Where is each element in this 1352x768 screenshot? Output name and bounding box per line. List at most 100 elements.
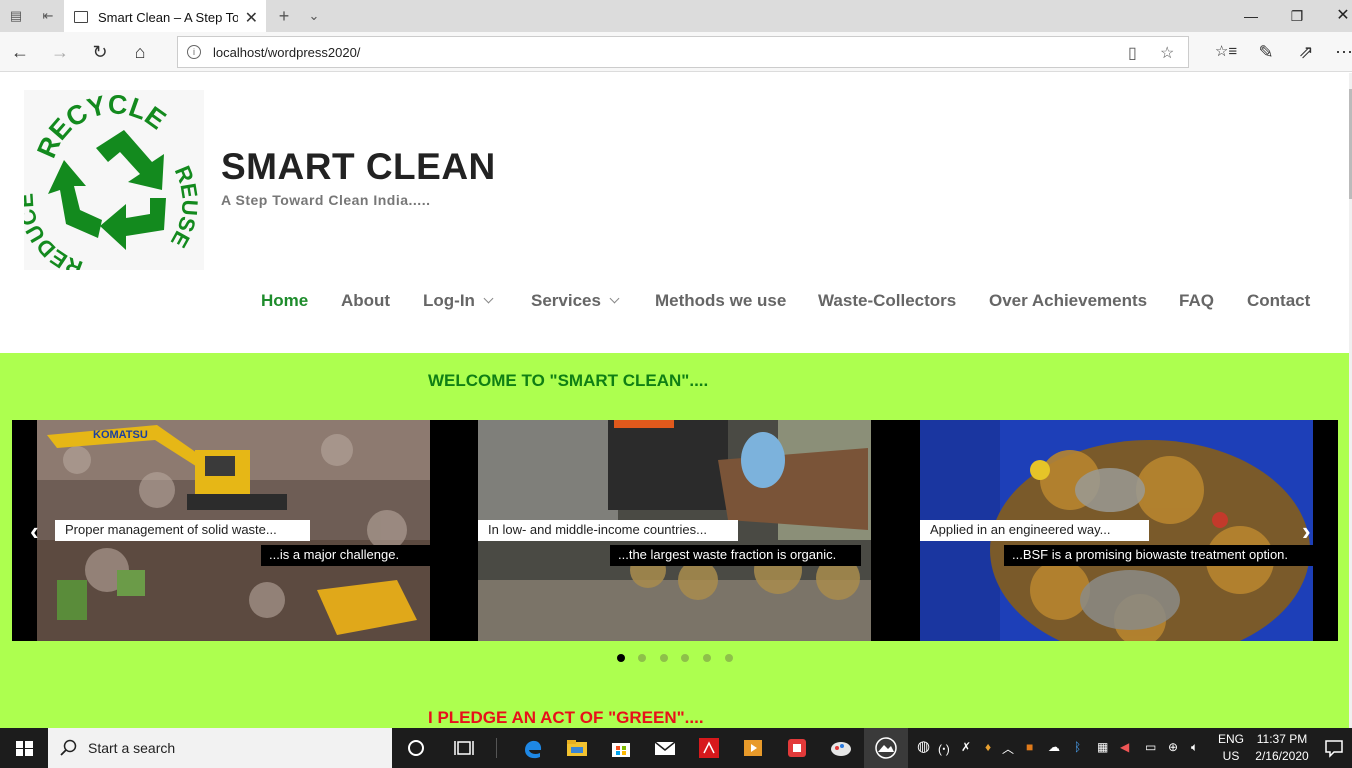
welcome-heading: WELCOME TO "SMART CLEAN"....: [428, 371, 709, 390]
close-tab-icon[interactable]: ✕: [245, 8, 258, 28]
pen-icon[interactable]: ✎: [1254, 40, 1278, 64]
tab-title: Smart Clean – A Step To: [98, 10, 238, 25]
carousel-dot-3[interactable]: [660, 654, 668, 662]
share-icon[interactable]: ⇗: [1294, 40, 1318, 64]
browser-navigation-bar: ← → ↻ ⌂ i localhost/wordpress2020/ ▯ ☆ ☆…: [0, 32, 1352, 72]
cortana-icon[interactable]: [404, 736, 428, 760]
site-info-icon[interactable]: i: [187, 45, 201, 59]
edge-browser-icon[interactable]: [521, 736, 545, 760]
restore-icon[interactable]: ❐: [1274, 4, 1320, 28]
tray-app-icon[interactable]: ♦: [985, 740, 991, 754]
menu-item-services-label: Services: [531, 291, 601, 310]
carousel-dot-2[interactable]: [638, 654, 646, 662]
back-icon[interactable]: ←: [8, 40, 32, 64]
more-icon[interactable]: ⋯: [1332, 40, 1352, 64]
browser-tab[interactable]: Smart Clean – A Step To ✕: [64, 0, 266, 32]
carousel-slide-2[interactable]: In low- and middle-income countries... .…: [478, 420, 871, 641]
mail-icon[interactable]: [653, 736, 677, 760]
new-tab-icon[interactable]: +: [274, 6, 294, 26]
menu-item-services[interactable]: Services: [531, 291, 620, 311]
carousel-slide-3[interactable]: Applied in an engineered way... ...BSF i…: [920, 420, 1313, 641]
slide-3-caption-bottom: ...BSF is a promising biowaste treatment…: [1004, 545, 1313, 566]
volume-muted-icon[interactable]: ◀: [1120, 740, 1129, 754]
forward-icon[interactable]: →: [48, 40, 72, 64]
office-icon[interactable]: ■: [1026, 740, 1033, 754]
carousel-next-arrow-icon[interactable]: ›: [1302, 516, 1311, 547]
paint-icon[interactable]: [829, 736, 853, 760]
region-code: US: [1222, 749, 1240, 763]
menu-item-contact[interactable]: Contact: [1247, 291, 1310, 311]
pledge-heading: I PLEDGE AN ACT OF "GREEN"....: [428, 708, 704, 727]
action-center-icon[interactable]: [1322, 736, 1346, 760]
device-icon[interactable]: ▦: [1097, 740, 1108, 754]
acrobat-icon[interactable]: [697, 736, 721, 760]
recycle-logo[interactable]: RECYCLE REUSE REDUCE: [24, 90, 204, 270]
search-placeholder[interactable]: Start a search: [88, 740, 175, 756]
menu-item-about[interactable]: About: [341, 291, 390, 311]
welcome-section: WELCOME TO "SMART CLEAN".... KOMATSU Pro…: [0, 353, 1349, 728]
media-player-icon[interactable]: [741, 736, 765, 760]
store-icon[interactable]: [609, 736, 633, 760]
system-clock[interactable]: 11:37 PM 2/16/2020: [1252, 731, 1312, 765]
menu-item-achievements[interactable]: Over Achievements: [989, 291, 1147, 311]
url-text[interactable]: localhost/wordpress2020/: [213, 45, 360, 60]
refresh-icon[interactable]: ↻: [88, 40, 112, 64]
carousel-dot-5[interactable]: [703, 654, 711, 662]
page-icon: [74, 11, 88, 23]
menu-item-home[interactable]: Home: [261, 291, 308, 311]
carousel-dot-6[interactable]: [725, 654, 733, 662]
file-explorer-icon[interactable]: [565, 736, 589, 760]
favorites-icon[interactable]: ☆≡: [1214, 40, 1238, 64]
bluetooth-icon[interactable]: ᛒ: [1074, 740, 1081, 754]
windows-taskbar: Start a search ◍ (ꞏ) ✗ ♦ ︿ ■ ☁ ᛒ ▦ ◀ ▭ ⊕…: [0, 728, 1352, 768]
komatsu-text: KOMATSU: [93, 429, 148, 441]
carousel-slide-1[interactable]: KOMATSU Proper management of solid waste…: [37, 420, 430, 641]
slide-1-caption-top: Proper management of solid waste...: [55, 520, 310, 541]
browser-tab-bar: ▤ ⇤ Smart Clean – A Step To ✕ + ⌄ — ❐ ✕: [0, 0, 1352, 32]
menu-item-methods[interactable]: Methods we use: [655, 291, 786, 311]
wireless-icon[interactable]: (ꞏ): [938, 740, 950, 757]
battery-icon[interactable]: ▭: [1145, 740, 1156, 754]
slide-1-caption-bottom: ...is a major challenge.: [261, 545, 430, 566]
carousel-dot-1[interactable]: [617, 654, 625, 662]
language-code: ENG: [1218, 732, 1245, 746]
show-hidden-icons-chevron-icon[interactable]: ︿: [1002, 740, 1014, 757]
language-indicator[interactable]: ENG US: [1218, 731, 1244, 765]
menu-item-login[interactable]: Log-In: [423, 291, 494, 311]
slide-2-caption-bottom: ...the largest waste fraction is organic…: [610, 545, 861, 566]
tab-preview-chevron-icon[interactable]: ⌄: [304, 6, 324, 26]
favorite-star-icon[interactable]: ☆: [1160, 43, 1174, 63]
windows-start-icon[interactable]: [0, 728, 48, 768]
slide-2-caption-top: In low- and middle-income countries...: [478, 520, 738, 541]
network-tool-icon[interactable]: ✗: [961, 740, 971, 754]
menu-item-waste-collectors[interactable]: Waste-Collectors: [818, 291, 956, 311]
minimize-icon[interactable]: —: [1228, 4, 1274, 28]
task-view-icon[interactable]: [452, 736, 476, 760]
site-title[interactable]: SMART CLEAN: [221, 146, 496, 188]
home-icon[interactable]: ⌂: [128, 40, 152, 64]
carousel-prev-arrow-icon[interactable]: ‹: [30, 516, 39, 547]
taskbar-search-box[interactable]: Start a search: [48, 728, 392, 768]
address-bar[interactable]: i localhost/wordpress2020/ ▯ ☆: [177, 36, 1189, 68]
onedrive-cloud-icon[interactable]: ☁: [1048, 740, 1060, 754]
taskbar-divider: [496, 738, 497, 758]
active-app-highlight[interactable]: [864, 728, 908, 768]
app-red-icon[interactable]: [785, 736, 809, 760]
menu-item-faq[interactable]: FAQ: [1179, 291, 1214, 311]
tab-list-icon[interactable]: ▤: [6, 6, 26, 26]
site-description: A Step Toward Clean India.....: [221, 192, 431, 208]
chevron-down-icon: [609, 293, 620, 304]
slide-3-caption-top: Applied in an engineered way...: [920, 520, 1149, 541]
set-aside-tabs-icon[interactable]: ⇤: [38, 6, 58, 26]
chevron-down-icon: [483, 293, 494, 304]
globe-app-icon[interactable]: ◍: [917, 737, 930, 755]
clock-time: 11:37 PM: [1256, 732, 1308, 746]
network-globe-icon[interactable]: ⊕: [1168, 740, 1178, 754]
speaker-icon[interactable]: 🔈︎: [1191, 740, 1198, 755]
web-page: RECYCLE REUSE REDUCE SMART CLEAN A Step …: [0, 73, 1352, 728]
close-icon[interactable]: ✕: [1320, 4, 1352, 28]
reading-view-icon[interactable]: ▯: [1128, 43, 1137, 63]
image-carousel[interactable]: KOMATSU Proper management of solid waste…: [12, 420, 1338, 641]
carousel-dot-4[interactable]: [681, 654, 689, 662]
clock-date: 2/16/2020: [1255, 749, 1309, 763]
